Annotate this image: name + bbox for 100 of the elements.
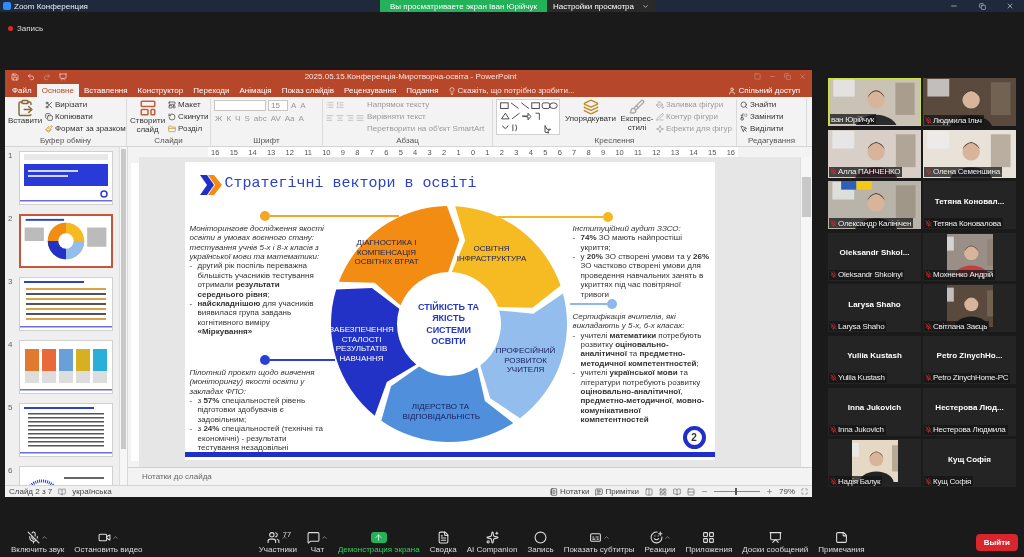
close-icon[interactable] — [799, 73, 806, 80]
layout-button[interactable]: Макет — [168, 99, 209, 110]
save-icon[interactable] — [11, 72, 19, 81]
sorter-view-icon[interactable] — [659, 487, 667, 496]
pointer-icon — [740, 124, 748, 133]
font-size-field[interactable]: 15 — [268, 99, 288, 111]
ribbon-tab[interactable]: Переходи — [188, 84, 235, 97]
scrollbar[interactable] — [800, 157, 812, 467]
redo-icon[interactable] — [43, 72, 51, 81]
bullet-marker: - — [189, 261, 194, 273]
participant-name: Кущ Софія — [933, 476, 972, 486]
bullet-text: учителі української мови та літератури потребують розвитку оціновально-аналітичної, предметно-методичної, мовно-комунікативної компетентностей — [580, 368, 706, 425]
slide-number: 3 — [8, 277, 14, 286]
wheel-center-label: СТІЙКІСТЬ ТА ЯКІСТЬ СИСТЕМИ ОСВІТИ — [417, 301, 480, 347]
ribbon-tab[interactable]: Файл — [7, 84, 37, 97]
ribbon-options-icon[interactable] — [754, 73, 761, 80]
spellcheck-icon — [58, 487, 67, 496]
new-slide-button[interactable]: Створити слайд — [130, 99, 166, 135]
share-button[interactable]: Спільний доступ — [722, 84, 806, 97]
notes-field[interactable]: Нотатки до слайда — [142, 472, 212, 481]
editing-button[interactable]: Замінити — [740, 111, 784, 122]
minimize-icon[interactable] — [769, 73, 776, 80]
toolbar-button[interactable]: Остановить видео — [69, 530, 148, 554]
callout-intro: Сертифікація вчителів, які викладають у 5-х, 6-х класах: — [572, 312, 686, 331]
bullet-marker: - — [189, 424, 194, 436]
zoom-out-icon[interactable] — [701, 488, 708, 495]
section-button[interactable]: Розділ — [168, 123, 209, 134]
language-label: українська — [72, 487, 112, 496]
format-painter-button[interactable]: Формат за зразком — [45, 123, 126, 134]
bullet-marker: - — [189, 396, 194, 408]
scrollbar[interactable] — [119, 147, 127, 485]
tell-me-field[interactable]: Скажіть, що потрібно зробити... — [457, 86, 575, 95]
ribbon-tab[interactable]: Конструктор — [132, 84, 189, 97]
participant-display-name: Тетяна Коновал... — [934, 196, 1005, 206]
participant-name: Нестерова Людмила — [933, 425, 1006, 435]
toolbar-button[interactable]: Включить звук — [6, 530, 70, 554]
zoom-in-icon[interactable] — [766, 488, 773, 495]
slideshow-view-icon[interactable] — [687, 487, 695, 496]
normal-view-icon[interactable] — [645, 487, 653, 496]
toolbar-button[interactable]: Демонстрация экрана — [332, 530, 425, 554]
slide-thumbnail[interactable] — [19, 214, 113, 268]
arrange-button[interactable]: Упорядкувати — [563, 99, 618, 124]
undo-icon[interactable] — [27, 72, 35, 81]
cut-button[interactable]: Вирізати — [45, 99, 126, 110]
share-screen-icon — [370, 531, 387, 543]
shapes-gallery[interactable] — [496, 99, 560, 135]
ribbon-tab[interactable]: Вставлення — [78, 84, 133, 97]
paste-button[interactable]: Вставити — [8, 99, 42, 126]
scissors-icon — [45, 100, 53, 109]
ribbon-tab[interactable]: Показ слайдів — [276, 84, 340, 97]
sparkle-icon — [656, 124, 664, 133]
slide-number: 5 — [8, 403, 14, 412]
bullet-marker: - — [572, 233, 577, 245]
notes-button[interactable]: Нотатки — [549, 487, 590, 496]
folder-icon — [168, 124, 177, 133]
captions-icon — [588, 530, 602, 544]
toolbar-button[interactable]: Запись — [522, 530, 559, 554]
ribbon-tab[interactable]: Анімація — [234, 84, 277, 97]
fit-slide-icon[interactable] — [801, 488, 808, 495]
quick-styles-button[interactable]: Експрес-стилі — [621, 99, 653, 133]
segment-label: ПРОФЕСІЙНИЙ РОЗВИТОК УЧИТЕЛЯ — [494, 345, 557, 375]
bullet-text: 74% ЗО мають найпростіші укриття; — [580, 233, 683, 253]
toolbar-button[interactable]: AI Companion — [461, 530, 523, 554]
participant-display-name: Yuliia Kustash — [847, 351, 902, 361]
font-name-field[interactable] — [214, 99, 266, 111]
caret-icon — [111, 533, 119, 541]
editing-button[interactable]: Знайти — [740, 99, 784, 110]
slideshow-icon[interactable] — [59, 72, 67, 81]
caret-icon — [41, 533, 49, 541]
editing-button[interactable]: Виділити — [740, 123, 784, 134]
align-left-icon — [326, 114, 334, 122]
toolbar-button[interactable]: Сводка — [424, 530, 462, 554]
chat-icon — [306, 530, 320, 544]
toolbar-button[interactable]: Приложения — [680, 530, 738, 554]
record-icon — [534, 530, 547, 544]
leave-button[interactable]: Выйти — [975, 533, 1018, 551]
toolbar-button[interactable]: Чат — [301, 530, 333, 554]
reset-button[interactable]: Скинути — [168, 111, 209, 122]
group-label: Буфер обміну — [38, 136, 93, 146]
group-label: Креслення — [593, 136, 636, 146]
reading-view-icon[interactable] — [673, 487, 681, 496]
ribbon-tab[interactable]: Основне — [36, 84, 79, 97]
justify-icon — [356, 114, 364, 122]
slide-layout-icon — [138, 99, 157, 117]
apps-icon — [702, 530, 716, 544]
view-options-button[interactable]: Настройки просмотра — [547, 0, 655, 12]
search-icon — [740, 100, 748, 109]
restore-icon[interactable] — [784, 73, 791, 80]
ribbon-tab[interactable]: Рецензування — [339, 84, 402, 97]
toolbar-button[interactable]: Примечания — [813, 530, 870, 554]
toolbar-button[interactable]: Реакции — [639, 530, 681, 554]
toolbar-button[interactable]: Доски сообщений — [737, 530, 814, 554]
copy-button[interactable]: Копіювати — [45, 111, 126, 122]
participant-display-name: Petro ZinychHo... — [936, 351, 1003, 361]
callout-intro: Моніторингове дослідження якості освіти в умовах воєнного стану: тестування учнів 5-х і 8-х класів з української мови та математики: — [189, 224, 325, 262]
app-title: Zoom Конференция — [14, 1, 88, 11]
toolbar-button[interactable]: Показать субтитры — [558, 530, 640, 554]
ribbon-tab[interactable]: Подання — [401, 84, 444, 97]
zoom-slider[interactable] — [714, 488, 760, 495]
comments-button[interactable]: Примітки — [595, 487, 639, 496]
